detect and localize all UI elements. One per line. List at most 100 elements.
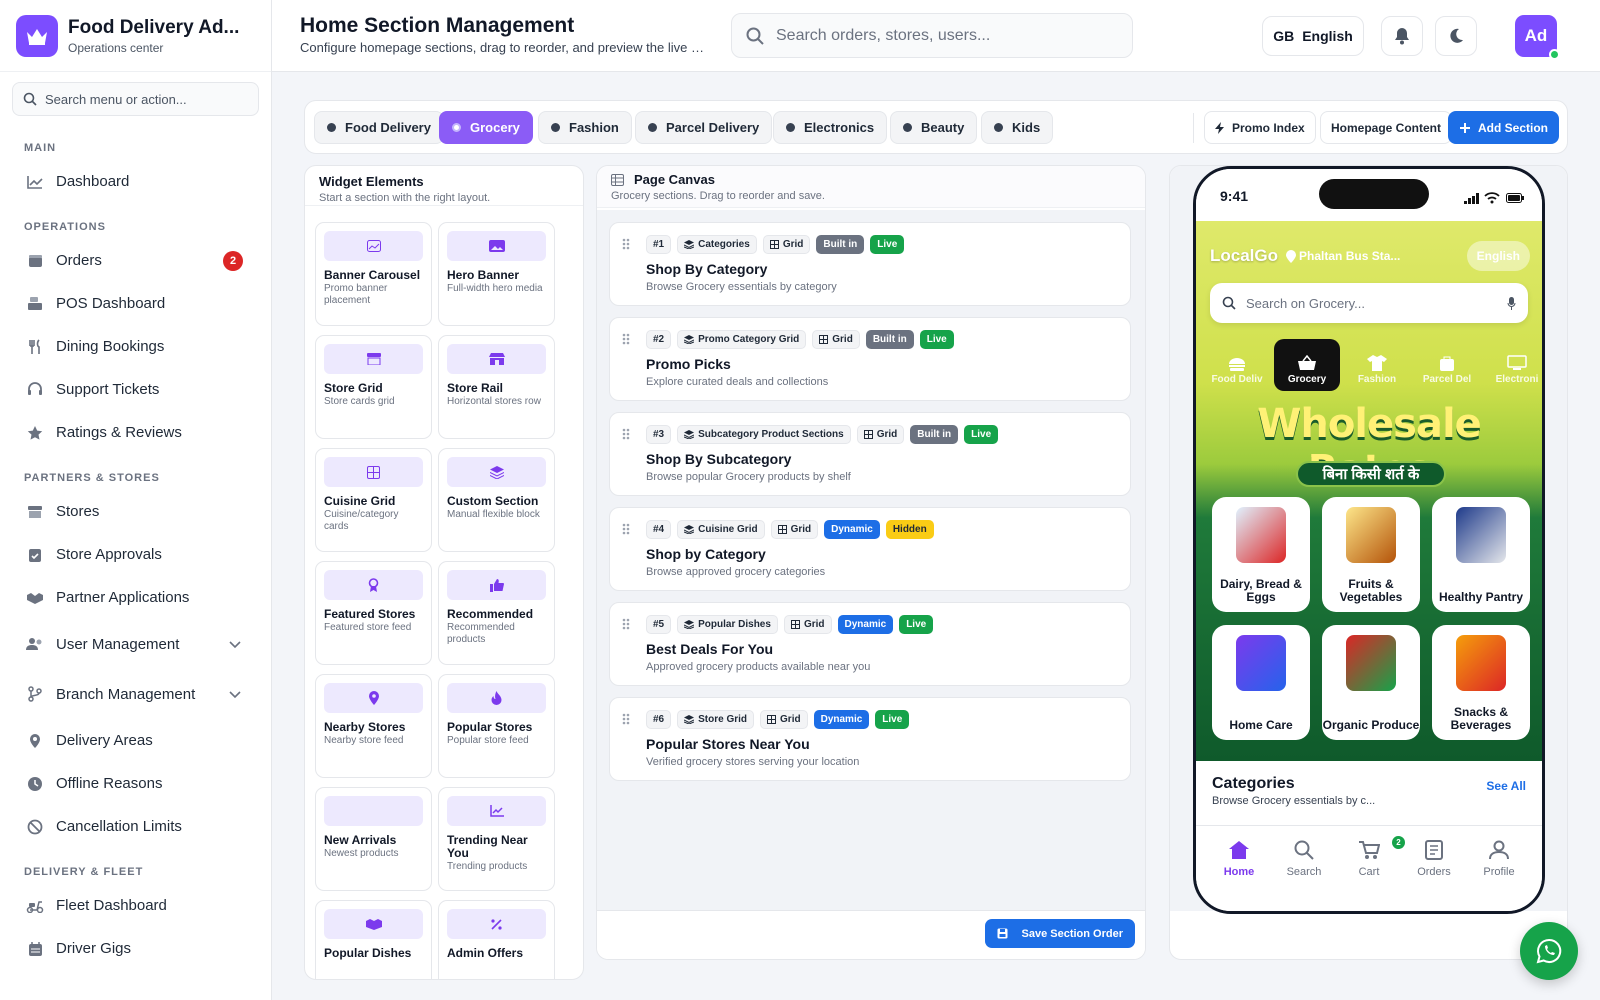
tab-grocery[interactable]: Grocery	[439, 111, 533, 144]
section-card[interactable]: #2 Promo Category Grid Grid Built in Live Pro…	[609, 317, 1131, 401]
language-selector[interactable]: GB English	[1262, 16, 1364, 56]
sidebar-item-orders[interactable]: Orders 2	[0, 239, 271, 282]
sidebar-item-label: POS Dashboard	[56, 295, 166, 312]
sidebar-item-pos-dashboard[interactable]: POS Dashboard	[0, 282, 271, 325]
tab-food-delivery[interactable]: Food Delivery	[314, 111, 444, 144]
widget-card-featured-stores[interactable]: Featured Stores Featured store feed	[315, 561, 432, 665]
homepage-content-button[interactable]: Homepage Content	[1320, 111, 1453, 144]
notifications-button[interactable]	[1381, 16, 1423, 56]
tab-food-delivery-app[interactable]: Food Deliv	[1204, 339, 1270, 391]
save-section-order-button[interactable]: Save Section Order	[984, 919, 1135, 948]
app-category-card[interactable]: Organic Produce	[1322, 625, 1420, 740]
sidebar-search-input[interactable]: Search menu or action...	[12, 82, 259, 116]
section-card[interactable]: #5 Popular Dishes Grid Dynamic Live Best Deal…	[609, 602, 1131, 686]
top-bar: Home Section Management Configure homepa…	[272, 0, 1600, 72]
tab-fashion-app[interactable]: Fashion	[1344, 339, 1410, 391]
tab-dot	[786, 123, 795, 132]
tab-parcel-delivery-app[interactable]: Parcel Del	[1414, 339, 1480, 391]
app-category-card[interactable]: Healthy Pantry	[1432, 497, 1530, 612]
tab-electronics[interactable]: Electronics	[773, 111, 888, 144]
widget-card-popular-stores[interactable]: Popular Stores Popular store feed	[438, 674, 555, 778]
sidebar-item-dining-bookings[interactable]: Dining Bookings	[0, 325, 271, 368]
nav-home[interactable]: Home	[1209, 840, 1269, 878]
sidebar-item-branch-management[interactable]: Branch Management	[0, 669, 271, 719]
sidebar-item-user-management[interactable]: User Management	[0, 619, 271, 669]
drag-handle-icon[interactable]	[622, 427, 630, 445]
sidebar-item-dashboard[interactable]: Dashboard	[0, 160, 271, 203]
add-section-button[interactable]: Add Section	[1448, 111, 1560, 144]
app-category-card[interactable]: Fruits & Vegetables	[1322, 497, 1420, 612]
brand[interactable]: Food Delivery Ad... Operations center	[0, 0, 271, 72]
widget-card-store-grid[interactable]: Store Grid Store cards grid	[315, 335, 432, 439]
app-search-placeholder: Search on Grocery...	[1246, 295, 1365, 311]
app-tab-label: Electroni	[1495, 374, 1539, 385]
section-description: Browse approved grocery categories	[646, 566, 826, 578]
app-search-input[interactable]: Search on Grocery...	[1210, 283, 1528, 323]
sidebar-item-offline-reasons[interactable]: Offline Reasons	[0, 762, 271, 805]
tab-electronics-app[interactable]: Electroni	[1484, 339, 1542, 391]
widget-card-popular-dishes[interactable]: Popular Dishes	[315, 900, 432, 979]
tab-grocery-app[interactable]: Grocery	[1274, 339, 1340, 391]
widget-card-store-rail[interactable]: Store Rail Horizontal stores row	[438, 335, 555, 439]
tab-kids[interactable]: Kids	[981, 111, 1054, 144]
drag-handle-icon[interactable]	[622, 712, 630, 730]
widget-card-hero-banner[interactable]: Hero Banner Full-width hero media	[438, 222, 555, 326]
nav-profile[interactable]: Profile	[1469, 840, 1529, 878]
widget-card-admin-offers[interactable]: Admin Offers	[438, 900, 555, 979]
sidebar-item-fleet-dashboard[interactable]: Fleet Dashboard	[0, 884, 271, 927]
theme-toggle-button[interactable]	[1435, 16, 1477, 56]
section-card[interactable]: #6 Store Grid Grid Dynamic Live Popular Store…	[609, 697, 1131, 781]
global-search-placeholder: Search orders, stores, users...	[776, 26, 991, 44]
app-category-card[interactable]: Snacks & Beverages	[1432, 625, 1530, 740]
widget-card-nearby-stores[interactable]: Nearby Stores Nearby store feed	[315, 674, 432, 778]
section-label-operations: OPERATIONS	[24, 221, 106, 233]
section-type-label: Promo Category Grid	[698, 334, 800, 345]
global-search-input[interactable]: Search orders, stores, users...	[731, 13, 1133, 58]
widget-card-banner-carousel[interactable]: Banner Carousel Promo banner placement	[315, 222, 432, 326]
whatsapp-chat-button[interactable]	[1520, 922, 1578, 980]
nav-search[interactable]: Search	[1274, 840, 1334, 878]
section-card[interactable]: #1 Categories Grid Built in Live Shop By Cate…	[609, 222, 1131, 306]
widget-card-cuisine-grid[interactable]: Cuisine Grid Cuisine/category cards	[315, 448, 432, 552]
app-category-card[interactable]: Home Care	[1212, 625, 1310, 740]
app-language-pill[interactable]: English	[1466, 241, 1530, 271]
section-card[interactable]: #4 Cuisine Grid Grid Dynamic Hidden Shop by C…	[609, 507, 1131, 591]
sidebar-item-ratings-reviews[interactable]: Ratings & Reviews	[0, 411, 271, 454]
avatar[interactable]: Ad	[1515, 15, 1560, 60]
grid-icon	[324, 457, 423, 487]
section-card[interactable]: #3 Subcategory Product Sections Grid Built …	[609, 412, 1131, 496]
phone-time: 9:41	[1220, 188, 1249, 204]
category-product-image	[1346, 507, 1396, 563]
widget-name: Featured Stores	[324, 607, 416, 621]
tab-fashion[interactable]: Fashion	[538, 111, 632, 144]
sidebar-item-support-tickets[interactable]: Support Tickets	[0, 368, 271, 411]
tab-parcel-delivery[interactable]: Parcel Delivery	[635, 111, 773, 144]
tab-beauty[interactable]: Beauty	[890, 111, 978, 144]
widget-card-custom-section[interactable]: Custom Section Manual flexible block	[438, 448, 555, 552]
app-category-card[interactable]: Dairy, Bread & Eggs	[1212, 497, 1310, 612]
drag-handle-icon[interactable]	[622, 617, 630, 635]
sidebar-item-cancellation-limits[interactable]: Cancellation Limits	[0, 805, 271, 848]
canvas-subtitle: Grocery sections. Drag to reorder and sa…	[611, 190, 825, 202]
nav-orders[interactable]: Orders	[1404, 840, 1464, 878]
sidebar-item-partner-applications[interactable]: Partner Applications	[0, 576, 271, 619]
widget-card-new-arrivals[interactable]: New Arrivals Newest products	[315, 787, 432, 891]
drag-handle-icon[interactable]	[622, 237, 630, 255]
widget-card-recommended[interactable]: Recommended Recommended products	[438, 561, 555, 665]
sidebar-item-store-approvals[interactable]: Store Approvals	[0, 533, 271, 576]
promo-index-button[interactable]: Promo Index	[1204, 111, 1316, 144]
drag-handle-icon[interactable]	[622, 522, 630, 540]
section-layout-label: Grid	[803, 619, 825, 630]
app-location-selector[interactable]: Phaltan Bus Sta...	[1286, 249, 1400, 263]
nav-cart[interactable]: 2 Cart	[1339, 836, 1405, 878]
widget-card-trending-near-you[interactable]: Trending Near You Trending products	[438, 787, 555, 891]
language-label: English	[1302, 28, 1353, 44]
section-label-partners: PARTNERS & STORES	[24, 472, 160, 484]
sidebar-item-driver-gigs[interactable]: Driver Gigs	[0, 927, 271, 970]
section-type-chip: Store Grid	[677, 710, 755, 729]
drag-handle-icon[interactable]	[622, 332, 630, 350]
clipboard-check-icon	[26, 546, 44, 564]
see-all-link[interactable]: See All	[1486, 779, 1526, 793]
sidebar-item-stores[interactable]: Stores	[0, 490, 271, 533]
sidebar-item-delivery-areas[interactable]: Delivery Areas	[0, 719, 271, 762]
